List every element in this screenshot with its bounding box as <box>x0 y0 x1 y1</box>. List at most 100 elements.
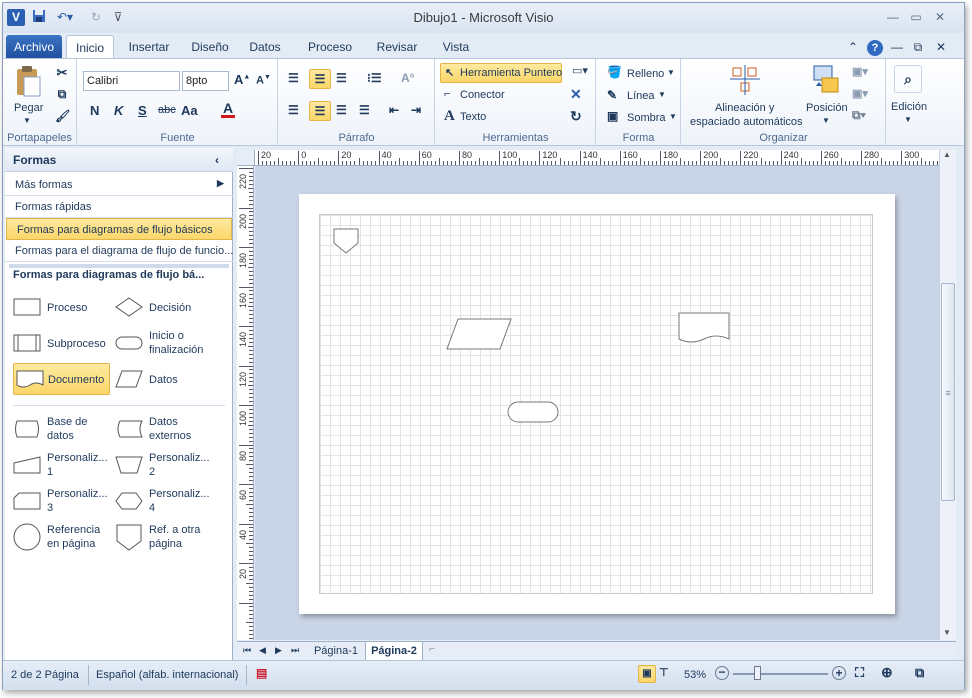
doc-minimize-button[interactable]: — <box>889 35 905 59</box>
text-rotate-icon[interactable]: A° <box>401 71 414 85</box>
tab-inicio[interactable]: Inicio <box>66 35 114 59</box>
language-status[interactable]: Español (alfab. internacional) <box>96 669 238 681</box>
presentation-view-icon[interactable]: ⊤ <box>659 666 669 679</box>
fit-page-icon[interactable]: ⛶ <box>855 665 864 681</box>
last-page-icon[interactable]: ⏭ <box>291 645 299 656</box>
editing-dropdown-icon[interactable]: ▼ <box>904 115 912 124</box>
text-tool-label[interactable]: Texto <box>460 111 486 123</box>
close-button[interactable]: ✕ <box>930 9 950 25</box>
shape-data[interactable]: Datos <box>115 369 227 401</box>
font-color-button[interactable]: A <box>221 101 235 118</box>
scroll-up-icon[interactable]: ▲ <box>943 150 951 159</box>
dropdown-arrow-icon[interactable]: ▼ <box>23 116 31 125</box>
collapse-ribbon-icon[interactable]: ⌃ <box>845 35 861 59</box>
strikethrough-button[interactable]: abc <box>158 104 176 116</box>
format-painter-icon[interactable]: 🖌 <box>55 109 70 123</box>
align-right-icon[interactable]: ☰ <box>336 103 347 117</box>
align-middle-icon[interactable]: ☰ <box>309 69 331 89</box>
tab-diseno[interactable]: Diseño <box>184 35 236 59</box>
shape-off-page-reference[interactable]: Ref. a otra página <box>115 523 227 555</box>
paste-icon[interactable] <box>13 65 43 99</box>
tab-vista[interactable]: Vista <box>433 35 479 59</box>
page-tab-2[interactable]: Página-2 <box>365 642 423 661</box>
shadow-icon[interactable]: ▣ <box>607 109 618 123</box>
normal-view-icon[interactable]: ▣ <box>638 665 656 683</box>
quick-shapes-item[interactable]: Formas rápidas <box>5 196 233 218</box>
editing-label[interactable]: Edición <box>891 101 927 113</box>
auto-align-icon[interactable] <box>730 65 760 98</box>
line-icon[interactable]: ✎ <box>607 88 617 102</box>
justify-icon[interactable]: ☰ <box>359 103 370 117</box>
align-left-icon[interactable]: ☰ <box>288 103 299 117</box>
zoom-in-icon[interactable]: + <box>832 666 846 680</box>
grow-font-icon[interactable]: A▲ <box>234 72 250 87</box>
vertical-scrollbar[interactable]: ▲ ≡ ▼ <box>939 150 956 640</box>
page-number-status[interactable]: 2 de 2 Página <box>11 669 79 681</box>
drawing-canvas[interactable] <box>255 166 939 640</box>
group-icon[interactable]: ⧉▾ <box>852 108 866 123</box>
next-page-icon[interactable]: ▶ <box>275 645 282 656</box>
pan-zoom-icon[interactable]: ⊕ <box>881 664 893 681</box>
paste-label[interactable]: Pegar <box>14 102 43 114</box>
document-shape[interactable] <box>678 312 730 346</box>
text-tool-icon[interactable]: A <box>444 108 455 125</box>
send-back-icon[interactable]: ▣▾ <box>852 87 868 100</box>
connection-point-icon[interactable]: ↻ <box>570 108 582 125</box>
tab-datos[interactable]: Datos <box>243 35 287 59</box>
connector-icon[interactable]: ⌐ <box>444 88 450 100</box>
shape-custom-3[interactable]: Personaliz... 3 <box>13 487 109 519</box>
shape-external-data[interactable]: Datos externos <box>115 415 227 447</box>
stencil-basic-flowchart[interactable]: Formas para diagramas de flujo básicos <box>6 218 232 240</box>
increase-indent-icon[interactable]: ⇥ <box>411 103 421 117</box>
more-shapes-arrow-icon[interactable]: ▶ <box>217 178 224 189</box>
help-icon[interactable]: ? <box>866 35 884 59</box>
insert-page-icon[interactable]: ⌐ <box>429 644 435 655</box>
copy-icon[interactable]: ⧉ <box>55 87 69 102</box>
off-page-reference-shape[interactable] <box>333 228 359 254</box>
decrease-indent-icon[interactable]: ⇤ <box>389 103 399 117</box>
macro-record-icon[interactable]: ▤ <box>256 666 267 680</box>
more-shapes-item[interactable]: Más formas <box>5 174 233 196</box>
data-shape[interactable] <box>446 318 512 350</box>
align-bottom-icon[interactable]: ☰ <box>336 71 347 85</box>
shape-custom-4[interactable]: Personaliz... 4 <box>115 487 227 519</box>
shape-document[interactable]: Documento <box>13 363 110 395</box>
shape-process[interactable]: Proceso <box>13 297 109 329</box>
shape-decision[interactable]: Decisión <box>115 297 227 329</box>
position-icon[interactable] <box>812 64 842 99</box>
auto-align-label-2[interactable]: espaciado automáticos <box>690 116 803 128</box>
shape-custom-2[interactable]: Personaliz... 2 <box>115 451 227 483</box>
align-top-icon[interactable]: ☰ <box>288 71 299 85</box>
tab-revisar[interactable]: Revisar <box>369 35 425 59</box>
connector-tool-label[interactable]: Conector <box>460 89 505 101</box>
shape-terminator[interactable]: Inicio o finalización <box>115 329 227 361</box>
bold-button[interactable]: N <box>90 103 99 118</box>
close-x-icon[interactable]: ✕ <box>570 86 582 103</box>
zoom-level[interactable]: 53% <box>684 669 706 681</box>
tab-proceso[interactable]: Proceso <box>301 35 359 59</box>
shrink-font-icon[interactable]: A▼ <box>256 74 271 87</box>
line-label[interactable]: Línea <box>627 90 655 102</box>
fill-dropdown-icon[interactable]: ▼ <box>667 68 675 77</box>
drawing-page[interactable] <box>299 194 895 614</box>
terminator-shape[interactable] <box>507 401 559 423</box>
italic-button[interactable]: K <box>114 103 123 118</box>
position-label[interactable]: Posición <box>806 102 848 114</box>
underline-button[interactable]: S <box>138 103 147 118</box>
doc-close-button[interactable]: ✕ <box>933 35 949 59</box>
shape-subprocess[interactable]: Subproceso <box>13 333 109 365</box>
bullets-icon[interactable]: ⁝☰ <box>367 71 382 85</box>
tab-insertar[interactable]: Insertar <box>121 35 177 59</box>
shape-on-page-reference[interactable]: Referencia en página <box>13 523 109 555</box>
font-size-combo[interactable]: 8pto <box>182 71 229 91</box>
shape-database[interactable]: Base de datos <box>13 415 109 447</box>
font-name-combo[interactable]: Calibri <box>83 71 180 91</box>
prev-page-icon[interactable]: ◀ <box>259 645 266 656</box>
change-case-button[interactable]: Aa <box>181 103 198 118</box>
zoom-slider-track[interactable] <box>733 673 828 675</box>
zoom-out-icon[interactable]: − <box>715 666 729 680</box>
stencil-cross-functional[interactable]: Formas para el diagrama de flujo de func… <box>5 240 233 262</box>
align-center-icon[interactable]: ☰ <box>309 101 331 121</box>
switch-windows-icon[interactable]: ⧉ <box>915 665 924 681</box>
doc-restore-button[interactable]: ⧉ <box>910 35 926 59</box>
